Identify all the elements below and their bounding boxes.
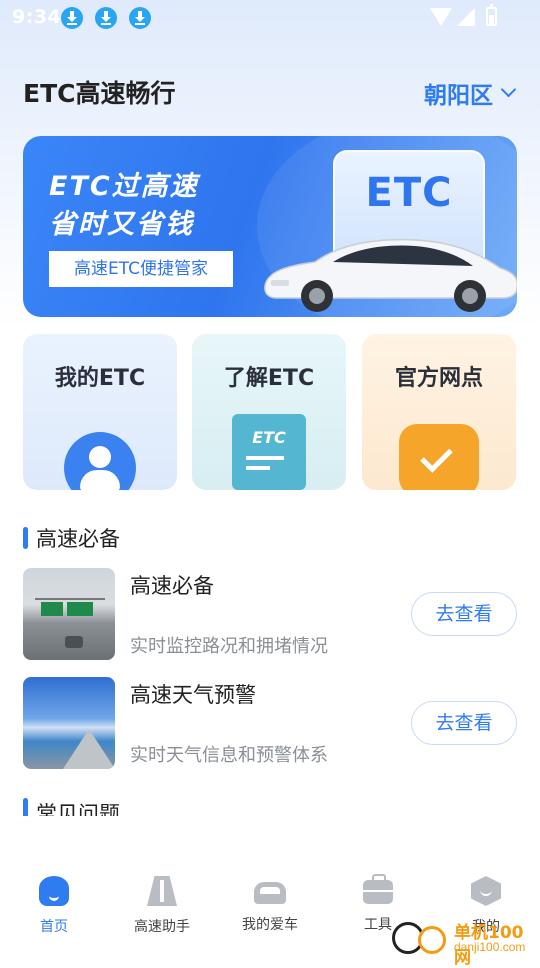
section-title: 高速必备 xyxy=(36,527,120,551)
check-badge-icon xyxy=(399,424,479,490)
feature-label: 官方网点 xyxy=(394,366,483,391)
tab-highway-assistant[interactable]: 高速助手 xyxy=(108,876,216,936)
site-watermark: 单机100网 danji100.com xyxy=(392,916,540,968)
status-time: 9:34 xyxy=(12,6,62,28)
item-title: 高速天气预警 xyxy=(130,683,256,707)
item-description: 实时天气信息和预警体系 xyxy=(130,745,328,766)
section-title: 常见问题 xyxy=(36,802,120,816)
status-bar: 9:34 xyxy=(0,0,540,36)
tab-label: 我的爱车 xyxy=(242,917,298,933)
feature-label: 我的ETC xyxy=(54,366,146,391)
banner-headline-2: 省时又省钱 xyxy=(49,209,194,240)
page-title: ETC高速畅行 xyxy=(23,79,176,108)
feature-official-outlets[interactable]: 官方网点 xyxy=(362,334,516,490)
district-selector[interactable]: 朝阳区 xyxy=(424,76,517,110)
home-icon xyxy=(39,876,69,906)
feature-learn-etc[interactable]: 了解ETC ETC xyxy=(192,334,346,490)
battery-icon xyxy=(486,4,497,26)
banner-headline: ETC过高速 xyxy=(49,171,199,202)
feature-label: 了解ETC xyxy=(223,366,315,391)
banner-subtitle: 高速ETC便捷管家 xyxy=(49,251,233,287)
chevron-down-icon xyxy=(500,81,517,97)
tab-label: 高速助手 xyxy=(134,919,190,935)
download-icon xyxy=(129,7,151,29)
watermark-logo xyxy=(418,926,446,954)
etc-document-icon: ETC xyxy=(232,414,306,490)
signal-icon xyxy=(457,8,475,26)
view-button[interactable]: 去查看 xyxy=(411,701,517,745)
profile-icon xyxy=(471,876,501,906)
wifi-icon xyxy=(430,8,452,26)
toolbox-icon xyxy=(363,874,393,904)
feature-my-etc[interactable]: 我的ETC xyxy=(23,334,177,490)
etc-card-text: ETC xyxy=(365,170,453,216)
user-icon xyxy=(64,432,136,490)
item-description: 实时监控路况和拥堵情况 xyxy=(130,636,328,657)
download-icon xyxy=(61,7,83,29)
road-icon xyxy=(147,876,177,906)
view-button[interactable]: 去查看 xyxy=(411,592,517,636)
car-illustration xyxy=(264,238,517,312)
section-marker xyxy=(23,527,28,549)
list-item: 高速必备 实时监控路况和拥堵情况 去查看 xyxy=(23,568,517,660)
tab-home[interactable]: 首页 xyxy=(0,876,108,936)
highway-thumbnail xyxy=(23,568,115,660)
section-heading: 常见问题 xyxy=(23,798,120,816)
tab-label: 首页 xyxy=(40,919,68,935)
list-item: 高速天气预警 实时天气信息和预警体系 去查看 xyxy=(23,677,517,769)
download-icon xyxy=(95,7,117,29)
district-label: 朝阳区 xyxy=(424,83,493,109)
item-title: 高速必备 xyxy=(130,574,214,598)
section-heading: 高速必备 xyxy=(23,523,120,553)
section-marker xyxy=(23,798,28,816)
tab-my-car[interactable]: 我的爱车 xyxy=(216,876,324,934)
watermark-url: danji100.com xyxy=(454,940,526,954)
weather-thumbnail xyxy=(23,677,115,769)
promo-banner[interactable]: ETC过高速 省时又省钱 高速ETC便捷管家 ETC xyxy=(23,136,517,317)
car-icon xyxy=(254,882,286,904)
